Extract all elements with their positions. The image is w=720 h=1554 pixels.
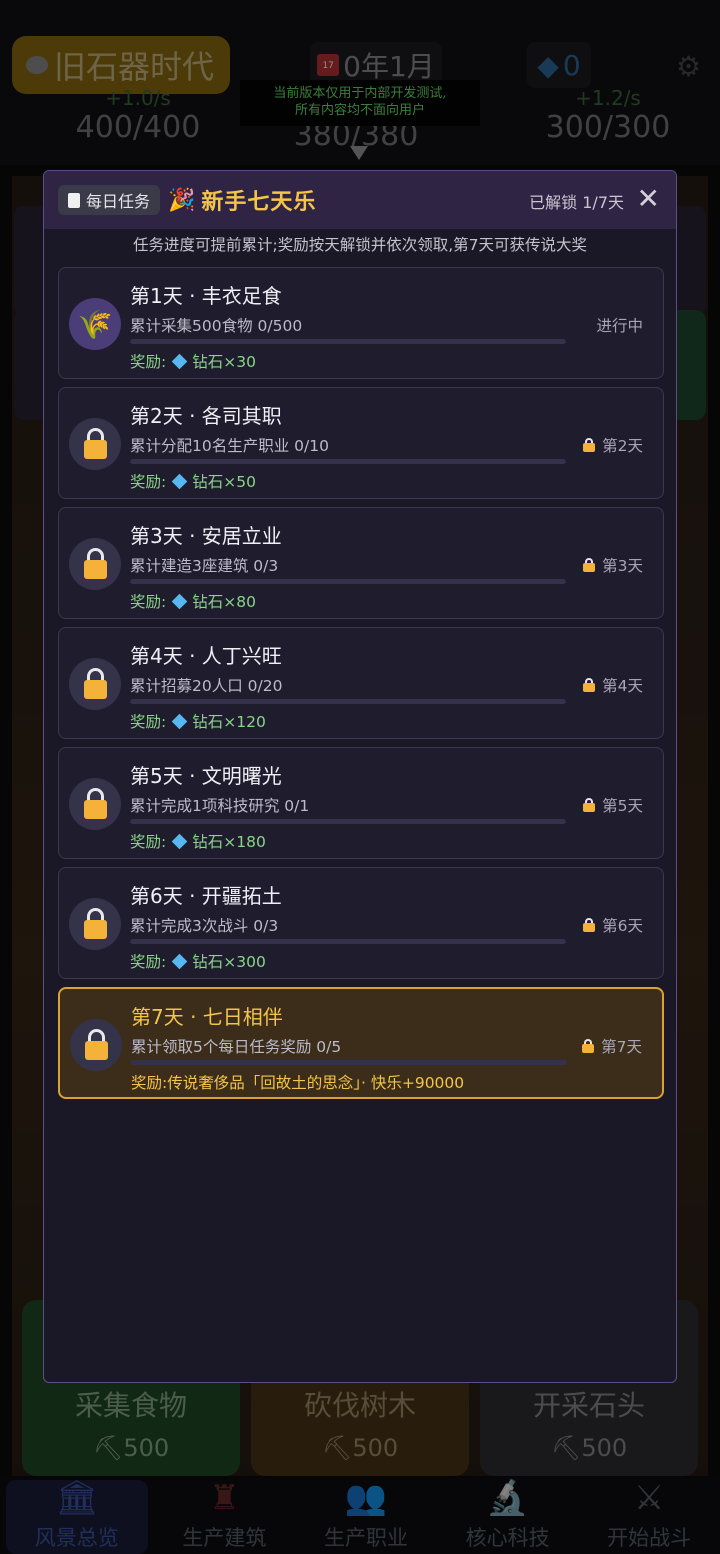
task-progress-bar	[130, 339, 566, 344]
diamond-icon	[171, 713, 188, 729]
task-title: 第4天 · 人丁兴旺	[130, 644, 282, 668]
reward-value: 钻石×120	[192, 713, 266, 731]
task-title: 第5天 · 文明曙光	[130, 764, 282, 788]
task-status: 第6天	[583, 914, 643, 936]
task-description: 累计采集500食物 0/500	[130, 317, 303, 335]
daily-task-tab[interactable]: 每日任务	[58, 185, 161, 215]
task-progress-bar	[130, 939, 566, 944]
reward-label: 奖励:	[130, 473, 167, 491]
lock-icon	[582, 1039, 595, 1053]
task-description: 累计建造3座建筑 0/3	[130, 557, 279, 575]
diamond-icon	[171, 593, 188, 609]
seven-day-modal: 每日任务 🎉 新手七天乐 已解锁 1/7天 ✕ 任务进度可提前累计;奖励按天解锁…	[43, 170, 677, 1383]
reward-value: 钻石×300	[192, 953, 266, 971]
task-reward: 奖励: 传说奢侈品「回故土的思念」· 快乐+90000	[131, 1071, 464, 1093]
task-progress-bar	[130, 699, 566, 704]
task-reward: 奖励: 钻石×50	[130, 470, 256, 492]
task-reward: 奖励: 钻石×30	[130, 350, 256, 372]
unlock-status: 已解锁 1/7天	[529, 193, 624, 212]
task-reward: 奖励: 钻石×180	[130, 830, 266, 852]
close-icon[interactable]: ✕	[637, 183, 660, 215]
task-card-day4[interactable]: 第4天 · 人丁兴旺累计招募20人口 0/20 奖励: 钻石×120 第4天	[58, 627, 664, 739]
reward-value: 钻石×180	[192, 833, 266, 851]
task-description: 累计分配10名生产职业 0/10	[130, 437, 329, 455]
lock-icon	[583, 798, 596, 812]
lock-icon	[583, 438, 596, 452]
task-reward: 奖励: 钻石×120	[130, 710, 266, 732]
reward-label: 奖励:	[130, 713, 167, 731]
tag-label: 每日任务	[86, 194, 151, 211]
modal-header: 每日任务 🎉 新手七天乐 已解锁 1/7天 ✕	[44, 171, 676, 229]
task-card-day2[interactable]: 第2天 · 各司其职累计分配10名生产职业 0/10 奖励: 钻石×50 第2天	[58, 387, 664, 499]
task-status: 进行中	[596, 314, 643, 336]
task-progress-bar	[130, 819, 566, 824]
task-card-day3[interactable]: 第3天 · 安居立业累计建造3座建筑 0/3 奖励: 钻石×80 第3天	[58, 507, 664, 619]
task-title: 第1天 · 丰衣足食	[130, 284, 282, 308]
reward-value: 传说奢侈品「回故土的思念」· 快乐+90000	[167, 1074, 465, 1092]
diamond-icon	[171, 833, 188, 849]
task-reward: 奖励: 钻石×80	[130, 590, 256, 612]
clipboard-icon	[68, 192, 80, 208]
lock-icon	[583, 918, 596, 932]
reward-label: 奖励:	[130, 953, 167, 971]
task-status: 第5天	[583, 794, 643, 816]
task-status-label: 第5天	[602, 797, 643, 815]
modal-subtitle: 任务进度可提前累计;奖励按天解锁并依次领取,第7天可获传说大奖	[132, 236, 587, 254]
lock-icon	[583, 558, 596, 572]
reward-label: 奖励:	[130, 593, 167, 611]
lock-icon	[583, 678, 596, 692]
diamond-icon	[171, 353, 188, 369]
task-status-label: 第6天	[602, 917, 643, 935]
wheat-icon: 🌾	[69, 298, 121, 350]
diamond-icon	[171, 953, 188, 969]
task-progress-bar	[130, 459, 566, 464]
lock-icon	[69, 538, 121, 590]
task-card-day7[interactable]: 第7天 · 七日相伴累计领取5个每日任务奖励 0/5 奖励: 传说奢侈品「回故土的思…	[58, 987, 664, 1099]
task-progress-bar	[130, 579, 566, 584]
diamond-icon	[171, 473, 188, 489]
task-card-day5[interactable]: 第5天 · 文明曙光累计完成1项科技研究 0/1 奖励: 钻石×180 第5天	[58, 747, 664, 859]
task-card-day6[interactable]: 第6天 · 开疆拓土累计完成3次战斗 0/3 奖励: 钻石×300 第6天	[58, 867, 664, 979]
reward-label: 奖励:	[130, 353, 167, 371]
task-status-label: 第4天	[602, 677, 643, 695]
task-status-label: 第7天	[601, 1038, 642, 1056]
task-status: 第2天	[583, 434, 643, 456]
task-status: 第3天	[583, 554, 643, 576]
reward-value: 钻石×30	[192, 353, 256, 371]
task-status-label: 第2天	[602, 437, 643, 455]
task-description: 累计招募20人口 0/20	[130, 677, 283, 695]
modal-title: 新手七天乐	[201, 190, 317, 215]
task-status-label: 第3天	[602, 557, 643, 575]
lock-icon	[70, 1019, 122, 1071]
task-status: 第4天	[583, 674, 643, 696]
task-description: 累计完成3次战斗 0/3	[130, 917, 279, 935]
lock-icon	[69, 658, 121, 710]
lock-icon	[69, 418, 121, 470]
task-card-day1[interactable]: 🌾 第1天 · 丰衣足食累计采集500食物 0/500 奖励: 钻石×30 进行中	[58, 267, 664, 379]
task-description: 累计领取5个每日任务奖励 0/5	[131, 1038, 342, 1056]
task-title: 第6天 · 开疆拓土	[130, 884, 282, 908]
reward-value: 钻石×80	[192, 593, 256, 611]
task-reward: 奖励: 钻石×300	[130, 950, 266, 972]
reward-label: 奖励:	[131, 1074, 168, 1092]
reward-label: 奖励:	[130, 833, 167, 851]
task-progress-bar	[131, 1060, 567, 1065]
reward-value: 钻石×50	[192, 473, 256, 491]
lock-icon	[69, 898, 121, 950]
party-popper-icon: 🎉	[168, 187, 196, 213]
lock-icon	[69, 778, 121, 830]
task-status-label: 进行中	[596, 317, 643, 335]
task-title: 第3天 · 安居立业	[130, 524, 282, 548]
task-title: 第7天 · 七日相伴	[131, 1005, 283, 1029]
task-description: 累计完成1项科技研究 0/1	[130, 797, 310, 815]
task-status: 第7天	[582, 1035, 642, 1057]
task-title: 第2天 · 各司其职	[130, 404, 282, 428]
